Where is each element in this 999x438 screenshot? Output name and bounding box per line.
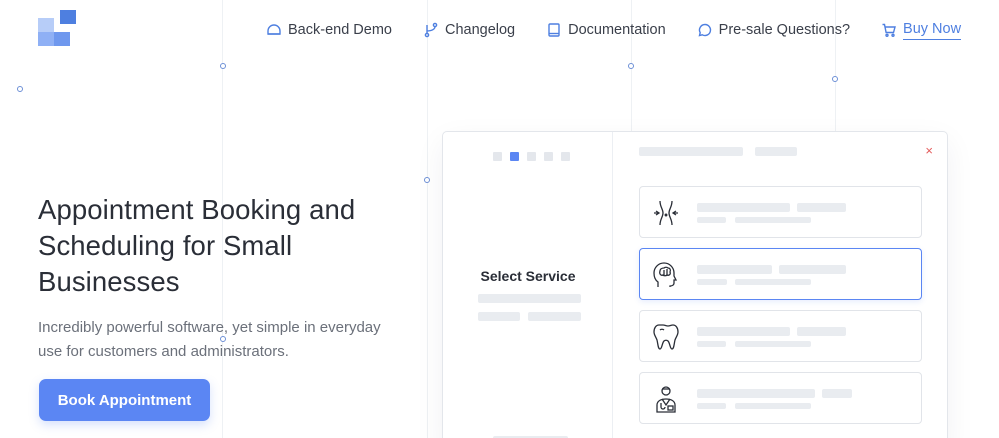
nav-documentation[interactable]: Documentation [546, 22, 666, 38]
grid-line [427, 0, 428, 438]
top-navigation: Back-end Demo Changelog Documentation Pr… [266, 18, 962, 42]
step-indicator [493, 152, 578, 161]
placeholder-line [735, 279, 811, 285]
placeholder-line [697, 279, 727, 285]
service-option[interactable] [639, 186, 922, 238]
placeholder-line [822, 389, 852, 398]
hero-subtitle: Incredibly powerful software, yet simple… [38, 319, 381, 360]
service-option[interactable] [639, 372, 922, 424]
hero-title: Appointment Booking and Scheduling for S… [38, 194, 356, 297]
placeholder-line [697, 203, 790, 212]
placeholder-line [478, 312, 520, 321]
step-dot [544, 152, 553, 161]
nav-backend-demo[interactable]: Back-end Demo [266, 22, 392, 38]
step-dot [561, 152, 570, 161]
nav-buy-now[interactable]: Buy Now [881, 21, 962, 40]
select-service-heading: Select Service [480, 268, 576, 284]
placeholder-line [797, 203, 846, 212]
grid-node-dot [628, 63, 634, 69]
nav-changelog[interactable]: Changelog [423, 22, 515, 38]
placeholder-line [735, 341, 811, 347]
grid-node-dot [220, 63, 226, 69]
doctor-icon [656, 386, 676, 413]
nav-label: Buy Now [903, 21, 962, 40]
placeholder-line [735, 217, 811, 223]
grid-node-dot [424, 177, 430, 183]
placeholder-line [697, 403, 726, 409]
placeholder-line [779, 265, 846, 274]
placeholder-line [478, 294, 581, 303]
brain-icon [653, 262, 678, 287]
step-dot [493, 152, 502, 161]
placeholder-line [697, 341, 726, 347]
placeholder-line [639, 147, 743, 156]
widget-sidebar: Select Service [443, 132, 613, 438]
booking-app-logo[interactable] [38, 10, 78, 48]
nav-label: Pre-sale Questions? [718, 22, 851, 38]
placeholder-line [735, 403, 811, 409]
placeholder-line [697, 327, 790, 336]
grid-node-dot [832, 76, 838, 82]
book-icon [548, 23, 560, 37]
nav-label: Back-end Demo [288, 22, 392, 38]
placeholder-line [697, 265, 772, 274]
placeholder-line [797, 327, 846, 336]
dashboard-icon [267, 24, 281, 35]
tooth-icon [653, 324, 679, 350]
nav-presale-questions[interactable]: Pre-sale Questions? [697, 22, 850, 38]
placeholder-line [528, 312, 581, 321]
close-icon[interactable]: × [925, 143, 933, 158]
chat-icon [698, 23, 711, 37]
placeholder-line [697, 217, 726, 223]
placeholder-line [755, 147, 797, 156]
cart-icon [882, 23, 896, 38]
nav-label: Changelog [444, 22, 516, 38]
booking-widget-preview: Select Service × [442, 131, 948, 438]
book-appointment-button[interactable]: Book Appointment [39, 379, 210, 421]
service-option-selected[interactable] [639, 248, 922, 300]
step-dot [527, 152, 536, 161]
placeholder-line [697, 389, 815, 398]
step-dot-active [510, 152, 519, 161]
nav-label: Documentation [568, 22, 666, 38]
branch-icon [424, 22, 438, 38]
service-option[interactable] [639, 310, 922, 362]
grid-node-dot [17, 86, 23, 92]
waist-icon [654, 200, 678, 226]
